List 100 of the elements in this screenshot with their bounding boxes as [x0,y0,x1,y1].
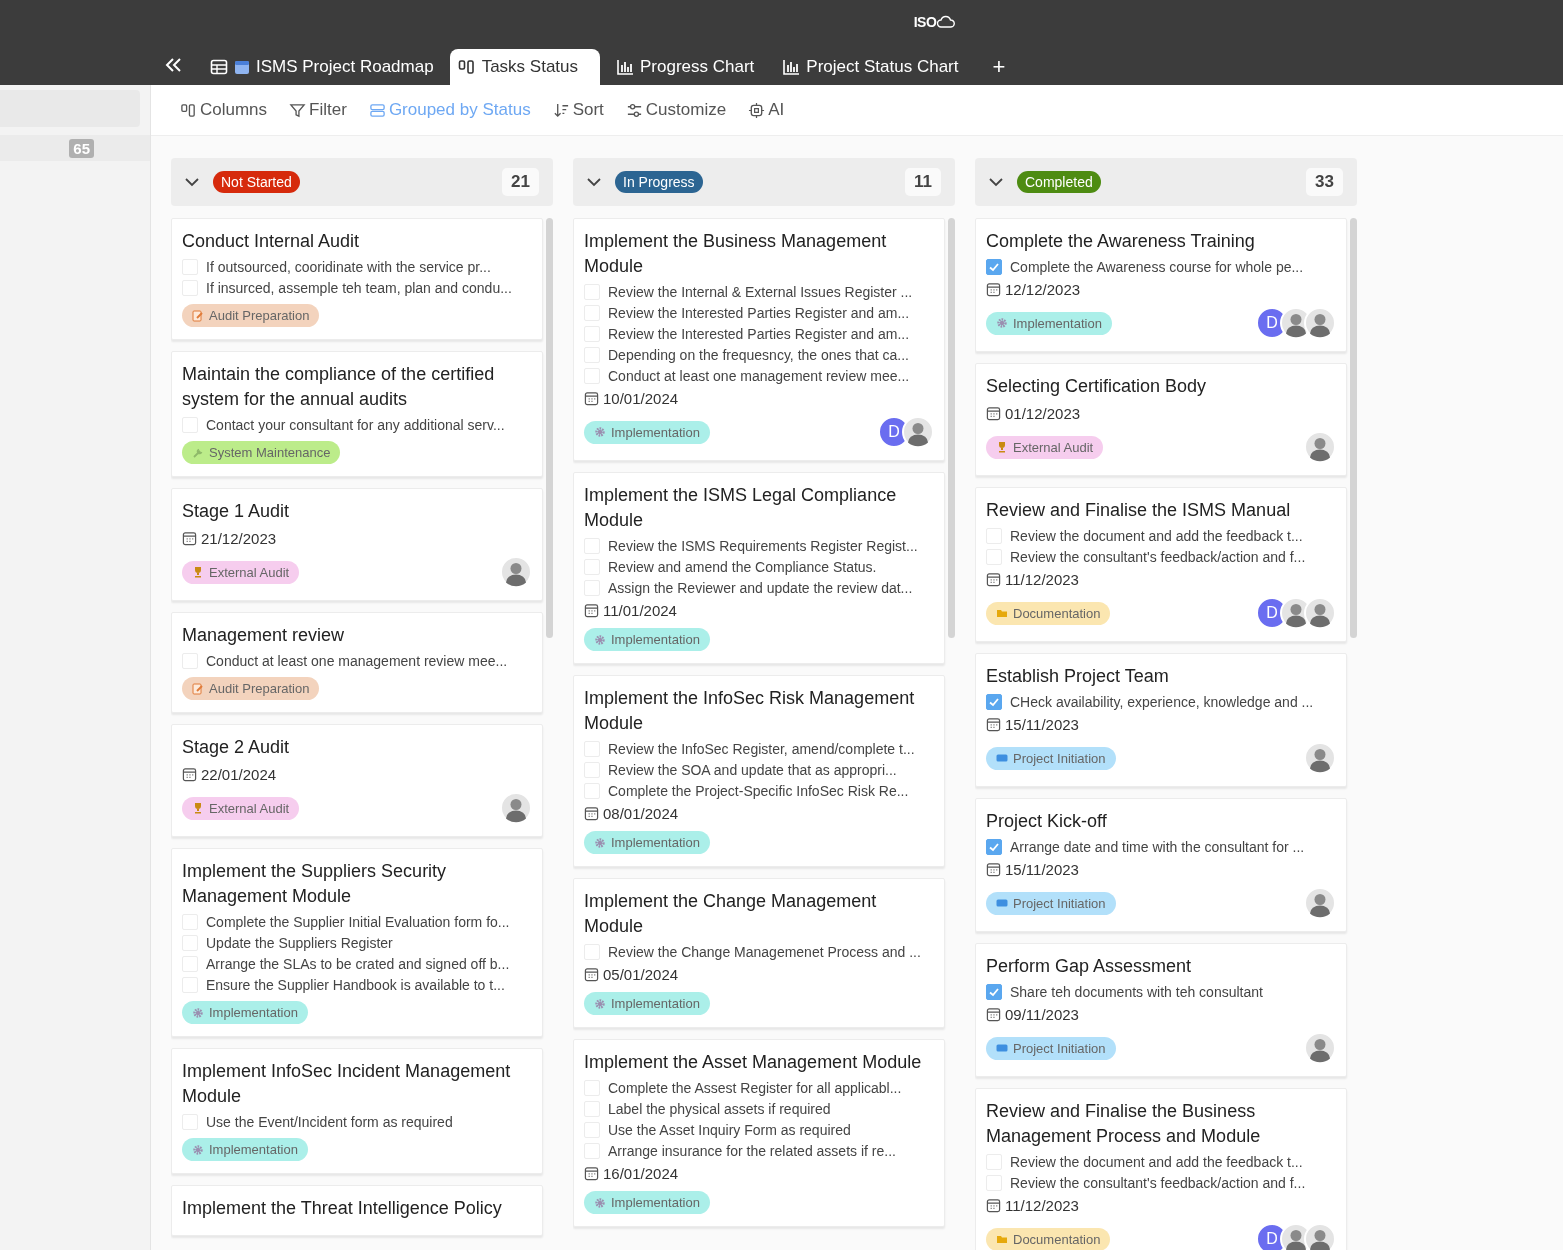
person-avatar [1304,597,1336,629]
subtask-text: Review the document and add the feedback t... [1010,527,1303,544]
calendar-icon [584,1165,599,1181]
task-card[interactable]: Maintain the compliance of the certified system for the annual audits Contact your consultant for any additional serv... System Maintenance [171,351,543,477]
due-date: 21/12/2023 [201,529,277,547]
subtask-text: Review the Internal & External Issues Register ... [608,283,913,300]
sliders-icon [625,101,643,119]
category-tag: Implementation [986,311,1112,335]
task-card[interactable]: Selecting Certification Body 01/12/2023 External Audit [975,363,1347,476]
trophy-icon [996,441,1008,453]
task-card[interactable]: Complete the Awareness Training Complete the Awareness course for whole pe... 12/12/2023 Implementation D [975,218,1347,352]
subtask-text: Review the InfoSec Register, amend/complete t... [608,740,915,757]
card-title: Implement InfoSec Incident Management Module [182,1060,512,1108]
task-card[interactable]: Stage 1 Audit 21/12/2023 External Audit [171,488,543,601]
memo-icon [192,682,204,695]
subtask-text: Review the consultant's feedback/action and f... [1010,1174,1306,1191]
card-title: Implement the ISMS Legal Compliance Module [584,484,898,532]
calendar-icon [986,861,1001,877]
bar-chart-icon [616,59,634,75]
due-date: 15/11/2023 [1005,715,1079,733]
category-tag: External Audit [182,560,300,584]
task-card[interactable]: Establish Project Team CHeck availability, experience, knowledge and ... 15/11/2023 Project Initiation [975,653,1347,787]
tab[interactable]: Project Status Chart [770,49,971,85]
subtask-text: Conduct at least one management review mee... [608,367,910,384]
task-card[interactable]: Stage 2 Audit 22/01/2024 External Audit [171,724,543,837]
task-card[interactable]: Implement the Threat Intelligence Policy [171,1185,543,1236]
card-title: Conduct Internal Audit [182,230,361,253]
collapse-icon[interactable] [164,56,182,73]
label-icon [996,897,1008,909]
due-date: 05/01/2024 [603,965,679,983]
checkbox[interactable] [986,983,1002,1000]
scrollbar[interactable] [546,218,553,638]
toolbar-button[interactable]: Customize [618,96,734,124]
checkbox[interactable] [986,258,1002,275]
card-title: Implement the Suppliers Security Management Module [182,860,448,908]
person-avatar [1304,742,1336,774]
chevron-icon[interactable] [587,177,601,187]
card-title: Implement the Asset Management Module [584,1051,923,1074]
table-icon [210,59,228,75]
card-title: Stage 2 Audit [182,736,291,759]
person-avatar [500,556,532,588]
category-tag: System Maintenance [182,441,341,464]
task-card[interactable]: Implement InfoSec Incident Management Module Use the Event/Incident form as required Implementation [171,1048,543,1174]
task-card[interactable]: Management review Conduct at least one management review mee... Audit Preparation [171,612,543,713]
chevron-icon[interactable] [185,177,199,187]
chip-icon [748,101,766,119]
due-date: 12/12/2023 [1005,280,1081,298]
rows-icon [368,101,386,119]
calendar-icon [584,390,599,406]
card-title: Selecting Certification Body [986,375,1208,398]
card-title: Implement the Change Management Module [584,890,878,938]
card-title: Review and Finalise the Business Management Process and Module [986,1100,1262,1148]
subtask-text: Review and amend the Compliance Status. [608,558,877,575]
subtask-text: Arrange date and time with the consultant for ... [1010,838,1305,855]
tab[interactable]: Progress Chart [604,49,767,85]
category-tag: Implementation [584,628,710,651]
due-date: 16/01/2024 [603,1164,679,1182]
due-date: 09/11/2023 [1005,1005,1079,1023]
checkbox[interactable] [986,693,1002,710]
columns-icon [180,101,197,119]
chevron-icon[interactable] [989,177,1003,187]
toolbar-button[interactable]: Columns [173,96,275,124]
subtask-text: Assign the Reviewer and update the review dat... [608,579,913,596]
toolbar-button[interactable]: Sort [545,96,611,124]
card-title: Perform Gap Assessment [986,955,1193,978]
task-card[interactable]: Project Kick-off Arrange date and time with the consultant for ... 15/11/2023 Project Initiation [975,798,1347,932]
bar-chart-icon [782,59,801,75]
task-card[interactable]: Implement the Change Management Module Review the Change Managemenet Process and ... 05/01/2024 Implementation [573,878,945,1028]
category-tag: Audit Preparation [182,304,320,327]
category-tag: External Audit [182,796,300,820]
subtask-text: Review the consultant's feedback/action and f... [1010,548,1306,565]
subtask-text: Complete the Project-Specific InfoSec Risk Re... [608,782,909,799]
category-tag: Implementation [584,992,710,1015]
calendar-icon [986,1006,1001,1022]
calendar-icon [986,281,1001,297]
due-date: 11/01/2024 [603,601,677,619]
add-tab-button[interactable]: + [974,49,1024,85]
person-avatar [1304,431,1336,463]
scrollbar[interactable] [1350,218,1357,638]
person-avatar [902,416,934,448]
checkbox[interactable] [986,838,1002,855]
tab[interactable]: ISMS Project Roadmap [198,49,446,85]
person-avatar [1304,1032,1336,1064]
calendar-icon [234,59,250,75]
gear-icon [594,836,606,849]
tab[interactable]: Tasks Status [449,49,600,85]
person-avatar [1304,887,1336,919]
status-label: Not Started [213,171,300,193]
person-avatar [500,792,532,824]
subtask-text: If outsourced, cooridinate with the service pr... [206,258,491,275]
calendar-icon [986,405,1001,421]
task-card[interactable]: Perform Gap Assessment Share teh documents with teh consultant 09/11/2023 Project Initiation [975,943,1347,1077]
scrollbar[interactable] [948,218,955,638]
label-icon [996,752,1008,764]
subtask-text: Complete the Supplier Initial Evaluation form fo... [206,913,510,930]
card-title: Review and Finalise the ISMS Manual [986,499,1292,522]
toolbar-button[interactable]: AI [741,96,792,124]
toolbar-button[interactable]: Filter [282,96,354,124]
person-avatar [1304,307,1336,339]
status-label: In Progress [615,171,703,193]
